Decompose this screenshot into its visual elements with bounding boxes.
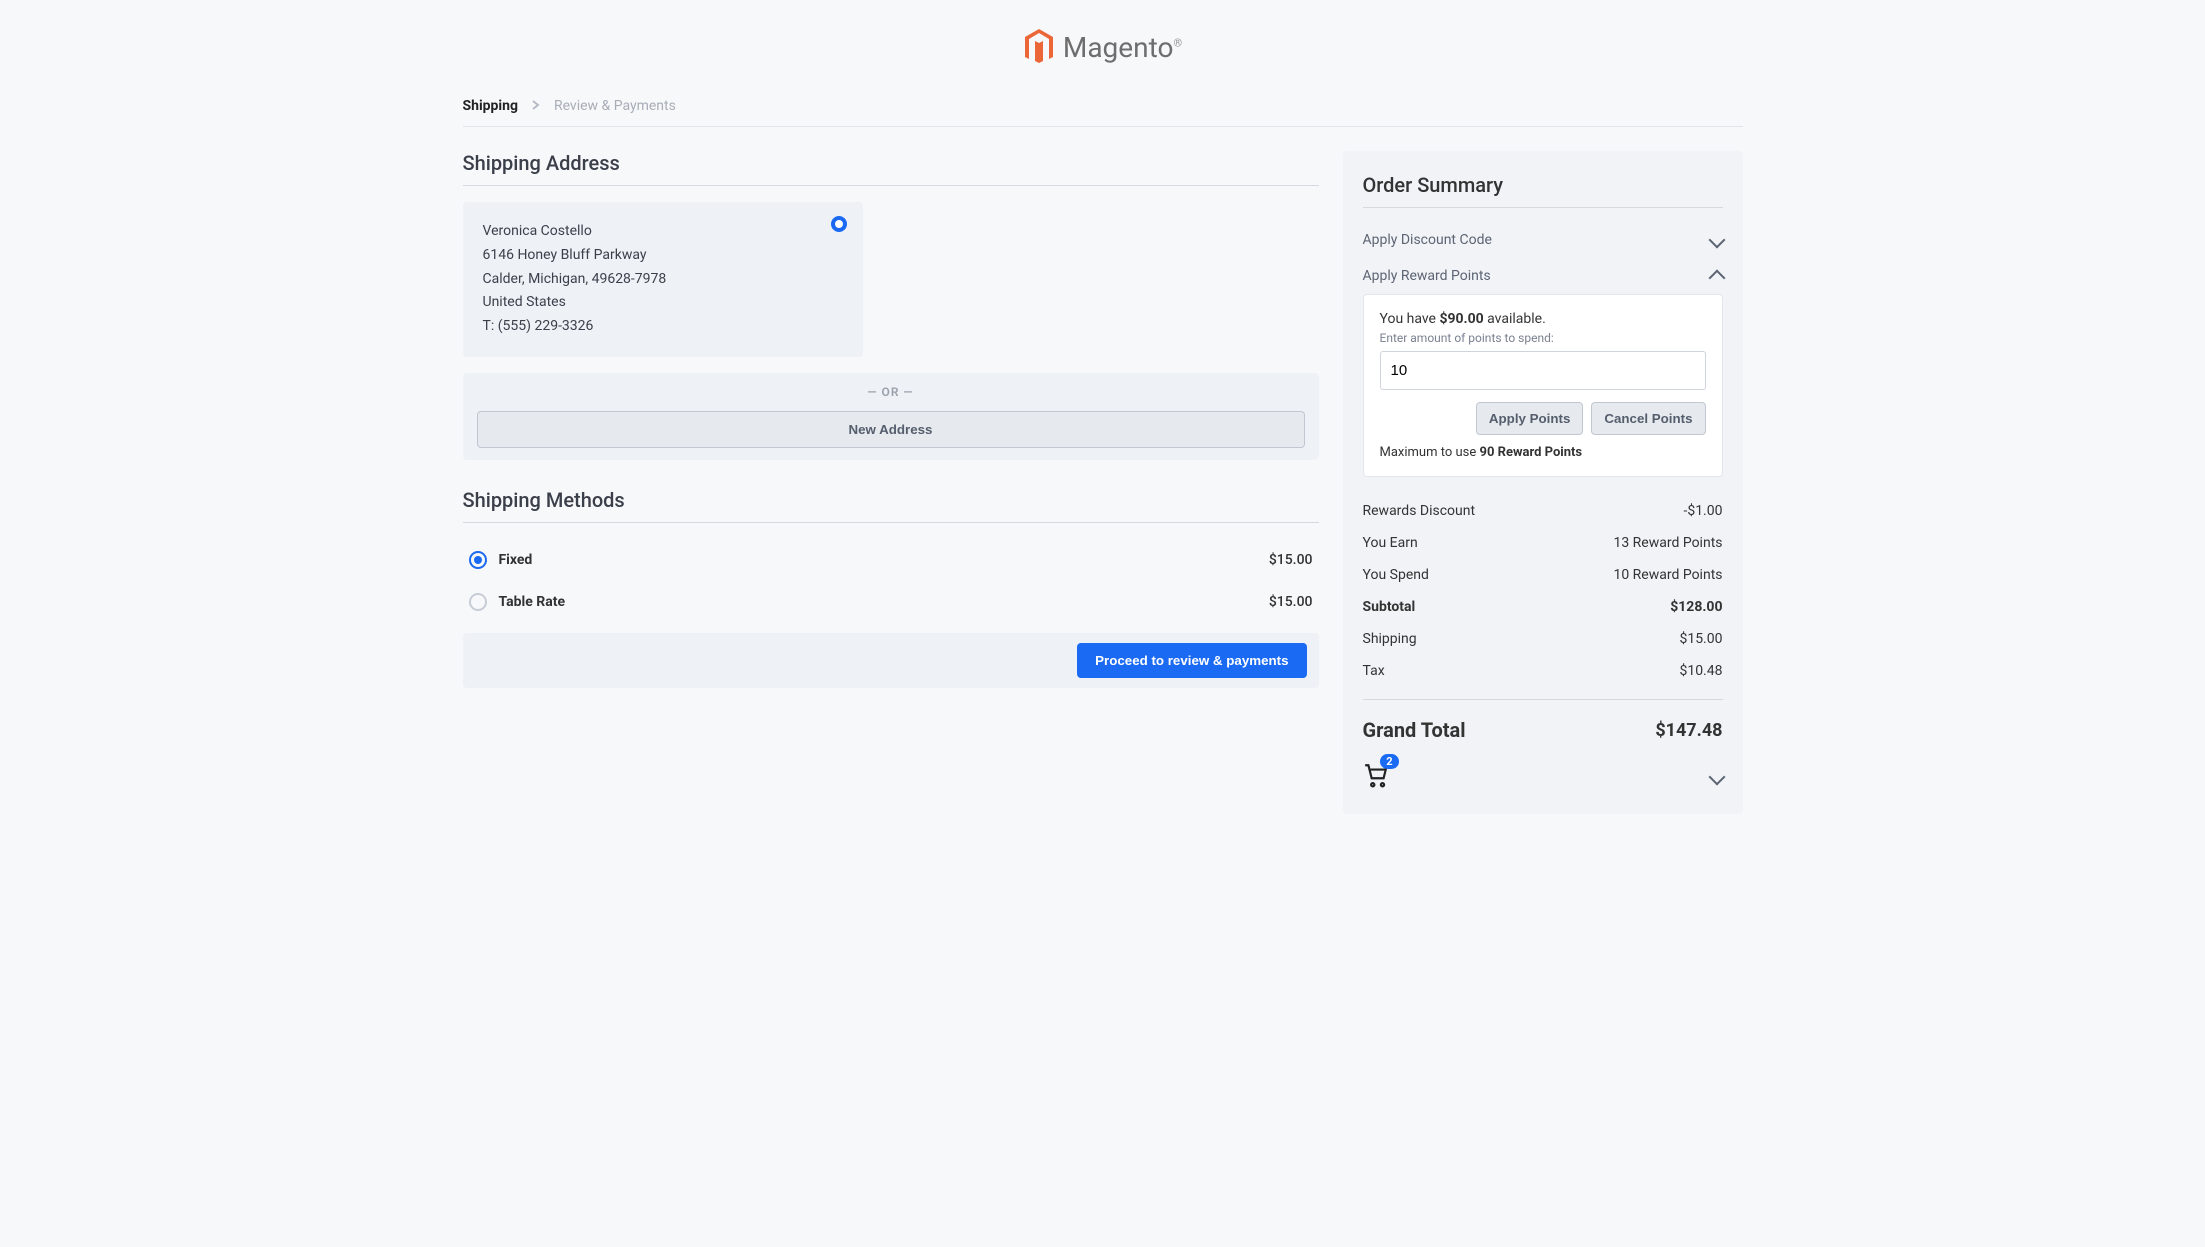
address-phone: T: (555) 229-3326 (483, 315, 843, 339)
chevron-right-icon (532, 98, 540, 114)
breadcrumb-step-shipping[interactable]: Shipping (463, 98, 518, 114)
logo-text: Magento® (1063, 31, 1182, 64)
reward-available-text: You have $90.00 available. (1380, 311, 1706, 327)
reward-enter-label: Enter amount of points to spend: (1380, 331, 1706, 345)
summary-you-earn: You Earn 13 Reward Points (1363, 527, 1723, 559)
method-price: $15.00 (1269, 594, 1313, 610)
shipping-method-table-rate[interactable]: Table Rate $15.00 (463, 581, 1319, 623)
shipping-address-section: Shipping Address Veronica Costello 6146 … (463, 151, 1319, 460)
magento-logo: Magento® (1023, 28, 1182, 66)
address-name: Veronica Costello (483, 220, 843, 244)
cart-badge: 2 (1380, 754, 1398, 769)
chevron-up-icon (1708, 270, 1725, 287)
cart-icon: 2 (1363, 762, 1389, 792)
shipping-method-fixed[interactable]: Fixed $15.00 (463, 539, 1319, 581)
summary-tax: Tax $10.48 (1363, 655, 1723, 687)
summary-shipping: Shipping $15.00 (1363, 623, 1723, 655)
cancel-points-button[interactable]: Cancel Points (1591, 402, 1705, 435)
breadcrumb-step-review[interactable]: Review & Payments (554, 98, 676, 114)
method-name: Table Rate (499, 594, 566, 610)
apply-discount-code-toggle[interactable]: Apply Discount Code (1363, 222, 1723, 258)
order-summary-title: Order Summary (1363, 173, 1723, 208)
address-card[interactable]: Veronica Costello 6146 Honey Bluff Parkw… (463, 202, 863, 357)
discount-code-label: Apply Discount Code (1363, 232, 1492, 248)
cart-items-toggle[interactable]: 2 (1363, 762, 1723, 792)
summary-you-spend: You Spend 10 Reward Points (1363, 559, 1723, 591)
shipping-methods-section: Shipping Methods Fixed $15.00 Table Rate… (463, 488, 1319, 688)
reward-points-label: Apply Reward Points (1363, 268, 1491, 284)
address-or-bar: — OR — New Address (463, 373, 1319, 460)
radio-fixed[interactable] (469, 551, 487, 569)
method-price: $15.00 (1269, 552, 1313, 568)
grand-total-value: $147.48 (1655, 720, 1722, 741)
reward-points-panel: You have $90.00 available. Enter amount … (1363, 294, 1723, 477)
radio-table-rate[interactable] (469, 593, 487, 611)
apply-points-button[interactable]: Apply Points (1476, 402, 1583, 435)
address-selected-radio[interactable] (831, 216, 847, 232)
apply-reward-points-toggle[interactable]: Apply Reward Points (1363, 258, 1723, 294)
grand-total-label: Grand Total (1363, 718, 1466, 742)
method-name: Fixed (499, 552, 533, 568)
shipping-address-title: Shipping Address (463, 151, 1319, 186)
shipping-methods-title: Shipping Methods (463, 488, 1319, 523)
proceed-button[interactable]: Proceed to review & payments (1077, 643, 1306, 678)
header-logo-row: Magento® (463, 20, 1743, 90)
address-city-line: Calder, Michigan, 49628-7978 (483, 268, 843, 292)
order-summary-sidebar: Order Summary Apply Discount Code Apply … (1343, 151, 1743, 814)
chevron-down-icon (1708, 769, 1725, 786)
new-address-button[interactable]: New Address (477, 411, 1305, 448)
breadcrumb: Shipping Review & Payments (463, 90, 1743, 127)
address-country: United States (483, 291, 843, 315)
reward-points-input[interactable] (1380, 351, 1706, 390)
summary-subtotal: Subtotal $128.00 (1363, 591, 1723, 623)
grand-total-row: Grand Total $147.48 (1363, 699, 1723, 742)
magento-icon (1023, 28, 1055, 66)
address-street: 6146 Honey Bluff Parkway (483, 244, 843, 268)
reward-max-text: Maximum to use 90 Reward Points (1380, 445, 1706, 460)
proceed-row: Proceed to review & payments (463, 633, 1319, 688)
main-column: Shipping Address Veronica Costello 6146 … (463, 151, 1319, 688)
summary-rewards-discount: Rewards Discount -$1.00 (1363, 495, 1723, 527)
chevron-down-icon (1708, 232, 1725, 249)
or-separator: — OR — (477, 385, 1305, 399)
